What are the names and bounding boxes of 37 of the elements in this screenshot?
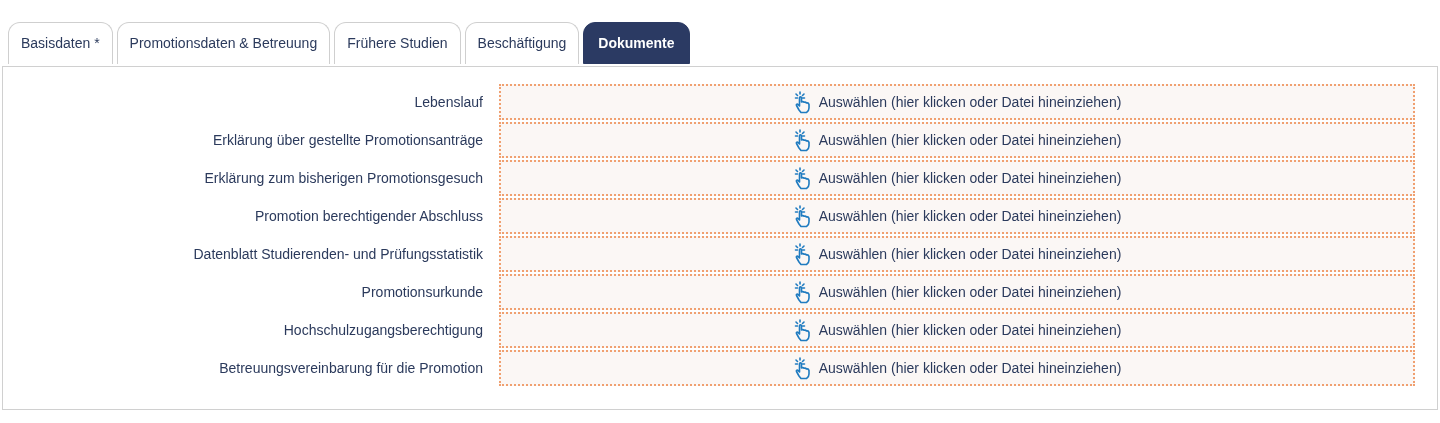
tab[interactable]: Promotionsdaten & Betreuung [116, 22, 331, 64]
dropzone-text: Auswählen (hier klicken oder Datei hineinziehen) [818, 320, 1122, 340]
dropzone-text: Auswählen (hier klicken oder Datei hineinziehen) [818, 282, 1122, 302]
dropzone-text: Auswählen (hier klicken oder Datei hineinziehen) [818, 244, 1122, 264]
pointer-hand-icon [792, 128, 813, 152]
document-label: Betreuungsvereinbarung für die Promotion [218, 358, 483, 378]
tab[interactable]: Basisdaten * [8, 22, 113, 64]
file-dropzone[interactable]: Auswählen (hier klicken oder Datei hineinziehen) [499, 350, 1415, 386]
tab[interactable]: Dokumente [583, 22, 690, 64]
file-dropzone[interactable]: Auswählen (hier klicken oder Datei hineinziehen) [499, 122, 1415, 158]
document-label: Datenblatt Studierenden- und Prüfungsstatistik [192, 244, 483, 264]
file-dropzone[interactable]: Auswählen (hier klicken oder Datei hineinziehen) [499, 198, 1415, 234]
pointer-hand-icon [792, 280, 813, 304]
document-label: Promotion berechtigender Abschluss [253, 206, 483, 226]
document-label: Lebenslauf [413, 92, 483, 112]
file-dropzone[interactable]: Auswählen (hier klicken oder Datei hineinziehen) [499, 274, 1415, 310]
pointer-hand-icon [792, 356, 813, 380]
dropzone-text: Auswählen (hier klicken oder Datei hineinziehen) [818, 92, 1122, 112]
document-label: Promotionsurkunde [360, 282, 483, 302]
file-dropzone[interactable]: Auswählen (hier klicken oder Datei hineinziehen) [499, 312, 1415, 348]
dropzone-text: Auswählen (hier klicken oder Datei hineinziehen) [818, 358, 1122, 378]
document-label: Hochschulzugangsberechtigung [282, 320, 483, 340]
file-dropzone[interactable]: Auswählen (hier klicken oder Datei hineinziehen) [499, 84, 1415, 120]
pointer-hand-icon [792, 242, 813, 266]
pointer-hand-icon [792, 318, 813, 342]
dropzone-text: Auswählen (hier klicken oder Datei hineinziehen) [818, 130, 1122, 150]
pointer-hand-icon [792, 166, 813, 190]
dropzone-text: Auswählen (hier klicken oder Datei hineinziehen) [818, 206, 1122, 226]
file-dropzone[interactable]: Auswählen (hier klicken oder Datei hineinziehen) [499, 236, 1415, 272]
file-dropzone[interactable]: Auswählen (hier klicken oder Datei hineinziehen) [499, 160, 1415, 196]
dropzone-text: Auswählen (hier klicken oder Datei hineinziehen) [818, 168, 1122, 188]
document-label: Erklärung über gestellte Promotionsanträge [211, 130, 483, 150]
tab[interactable]: Frühere Studien [334, 22, 461, 64]
pointer-hand-icon [792, 90, 813, 114]
pointer-hand-icon [792, 204, 813, 228]
document-label: Erklärung zum bisherigen Promotionsgesuch [203, 168, 483, 188]
tab[interactable]: Beschäftigung [464, 22, 580, 64]
